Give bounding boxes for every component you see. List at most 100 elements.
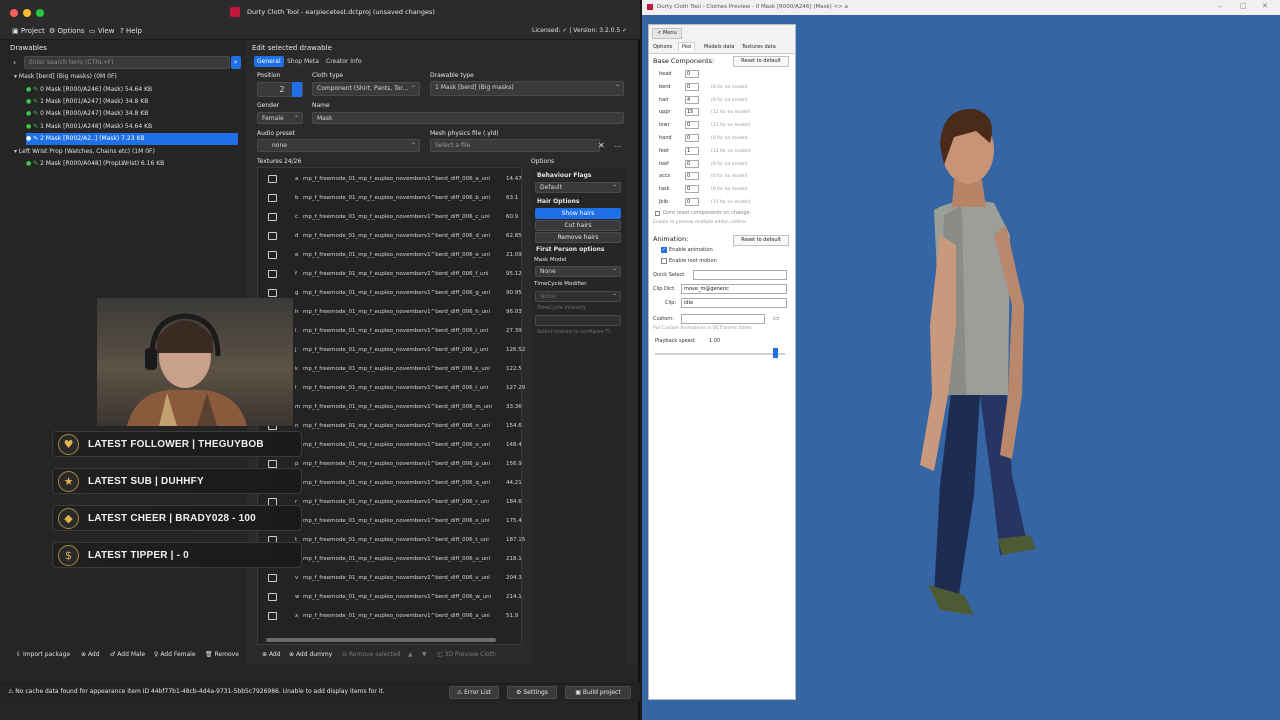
playback-slider-track[interactable] <box>655 353 785 355</box>
horizontal-scrollbar[interactable] <box>266 638 496 642</box>
show-hairs-button[interactable]: Show hairs <box>535 208 621 219</box>
component-value-stepper[interactable]: 0 <box>685 134 699 142</box>
component-value-stepper[interactable]: 0 <box>685 121 699 130</box>
maximize-preview-icon[interactable]: □ <box>1240 2 1247 10</box>
texture-row[interactable]: v mp_f_freemode_01_mp_f_eupleo_novemberv1… <box>262 569 522 588</box>
drawable-search-input[interactable]: Enter search term (CTRL+F) <box>24 56 230 69</box>
tab-shop-meta[interactable]: Shop Meta <box>284 56 322 67</box>
maximize-window-icon[interactable] <box>36 9 44 17</box>
remove-drawable-button[interactable]: 🗑 Remove <box>205 651 239 658</box>
component-value-stepper[interactable]: 0 <box>685 70 699 78</box>
drawable-tree-item[interactable]: ● ✎ 1 Mask [R001/A248] (Mask) 54.64 KB <box>26 121 238 133</box>
preview-3d-button[interactable]: ◫ 3D Preview Cloth <box>437 651 496 658</box>
ped-character-model[interactable] <box>882 95 1062 625</box>
texture-row[interactable]: a mp_f_freemode_01_mp_f_eupleo_novemberv1… <box>262 170 522 189</box>
remove-selected-button[interactable]: ⊖ Remove selected <box>342 651 401 658</box>
quick-select-dropdown[interactable] <box>693 270 787 280</box>
build-project-button[interactable]: ▣ Build project <box>565 686 631 699</box>
mask-model-select[interactable]: None <box>535 266 621 277</box>
texture-row[interactable]: x mp_f_freemode_01_mp_f_eupleo_novemberv1… <box>262 607 520 626</box>
remove-hairs-button[interactable]: Remove hairs <box>535 232 621 243</box>
reset-animation-button[interactable]: Reset to default <box>733 235 789 246</box>
move-up-icon[interactable]: ▲ <box>408 651 413 658</box>
preview-tab-models-data[interactable]: Models data <box>704 44 734 50</box>
texture-row[interactable]: j mp_f_freemode_01_mp_f_eupleo_novemberv1… <box>262 341 525 360</box>
reset-components-button[interactable]: Reset to default <box>733 56 789 67</box>
component-value-stepper[interactable]: 1 <box>685 146 699 155</box>
texture-row[interactable]: b mp_f_freemode_01_mp_f_eupleo_novemberv1… <box>262 189 520 208</box>
preview-tab-options[interactable]: Options <box>653 44 672 50</box>
tab-general[interactable]: General <box>254 56 284 67</box>
audio-preset-select[interactable]: none <box>257 139 420 152</box>
stepper-arrows-icon[interactable] <box>292 82 302 97</box>
drawable-tree-item[interactable]: ● ✎ 0 Mask [R000/A246] (Mask) 54.64 KB <box>26 84 238 96</box>
component-value-stepper[interactable]: 0 <box>685 198 699 206</box>
clip-select[interactable]: idle <box>681 298 787 308</box>
add-drawable-button[interactable]: ⊕ Add <box>81 651 100 658</box>
component-value-stepper[interactable]: 0 <box>685 82 699 91</box>
import-package-button[interactable]: ⇩ Import package <box>16 651 70 658</box>
preview-tab-textures-data[interactable]: Textures data <box>742 44 776 50</box>
texture-row[interactable]: c mp_f_freemode_01_mp_f_eupleo_novemberv1… <box>262 208 520 227</box>
drawable-type-select[interactable]: 1 Mask [berd] (Big masks) <box>430 81 624 96</box>
close-preview-icon[interactable]: ✕ <box>1262 2 1268 10</box>
custom-animation-select[interactable] <box>681 314 765 324</box>
clip-dict-select[interactable]: move_m@generic <box>681 284 787 294</box>
minimize-window-icon[interactable] <box>23 9 31 17</box>
drawable-tree-item[interactable]: ● ✎ 0 Mask [R000/A247] (Mask) 34.8 KB <box>26 108 238 120</box>
component-value-stepper[interactable]: 4 <box>685 95 699 104</box>
texture-row[interactable]: w mp_f_freemode_01_mp_f_eupleo_novemberv1… <box>262 588 522 607</box>
component-value-stepper[interactable]: 0 <box>685 185 699 194</box>
texture-row[interactable]: h mp_f_freemode_01_mp_f_eupleo_novemberv1… <box>262 303 522 322</box>
cloth-type-select[interactable]: Component (Shirt, Pants, Tor... <box>312 82 420 96</box>
component-value-stepper[interactable]: 0 <box>685 172 699 181</box>
search-icon[interactable]: ⌕ <box>231 56 241 69</box>
browse-file-icon[interactable]: … <box>614 141 621 149</box>
texture-row[interactable]: k mp_f_freemode_01_mp_f_eupleo_novemberv1… <box>262 360 522 379</box>
texture-row[interactable]: m mp_f_freemode_01_mp_f_eupleo_novemberv1… <box>262 398 522 417</box>
mesh-physics-input[interactable]: Select a file <box>430 139 600 152</box>
texture-row[interactable]: i mp_f_freemode_01_mp_f_eupleo_novemberv1… <box>262 322 522 341</box>
enable-root-motion-checkbox[interactable] <box>661 258 667 264</box>
preview-tab-ped[interactable]: Ped <box>678 42 696 51</box>
enable-animation-checkbox[interactable]: ✓ <box>661 247 667 253</box>
menu-view[interactable]: ▭ View <box>89 27 114 35</box>
texture-row[interactable]: g mp_f_freemode_01_mp_f_eupleo_novemberv1… <box>262 284 522 303</box>
add-texture-button[interactable]: ⊕ Add <box>262 651 281 658</box>
clear-file-icon[interactable]: ✕ <box>598 141 605 150</box>
playback-slider-thumb[interactable] <box>772 348 778 358</box>
move-down-icon[interactable]: ▼ <box>422 651 427 658</box>
menu-options[interactable]: ⚙ Options <box>49 27 85 35</box>
component-value-stepper[interactable]: 0 <box>685 159 699 168</box>
add-female-button[interactable]: ♀ Add Female <box>154 651 196 658</box>
component-value-stepper[interactable]: 15 <box>685 108 699 117</box>
cut-hairs-button[interactable]: Cut hairs <box>535 220 621 231</box>
texture-row[interactable]: d mp_f_freemode_01_mp_f_eupleo_novemberv1… <box>262 227 522 246</box>
drawable-tree-item[interactable]: ● ✎ 2 Mask [R000/A048] (PropLWrist) 6.16… <box>26 158 238 170</box>
add-dummy-button[interactable]: ⊕ Add dummy <box>289 651 332 658</box>
settings-button[interactable]: ⚙ Settings <box>507 686 557 699</box>
drawable-tree-item[interactable]: ▾ Left Wrist Prop (Watches, Chains etc) … <box>14 146 238 158</box>
texture-row[interactable]: e mp_f_freemode_01_mp_f_eupleo_novemberv1… <box>262 246 522 265</box>
drawable-tree-item[interactable]: ▾ Mask [berd] (Big masks) (0M 0F) <box>14 71 238 83</box>
folder-icon[interactable]: ▭ <box>773 314 780 322</box>
menu-project[interactable]: ▣ Project <box>12 27 45 35</box>
timecycle-select[interactable]: None <box>535 291 621 302</box>
menu-help[interactable]: ? Help <box>120 27 142 35</box>
add-male-button[interactable]: ♂ Add Male <box>110 651 145 658</box>
texture-row[interactable]: f mp_f_freemode_01_mp_f_eupleo_novemberv1… <box>262 265 522 284</box>
minimize-preview-icon[interactable]: – <box>1218 2 1222 11</box>
expand-all-icon[interactable]: › <box>13 58 16 67</box>
dont-reset-checkbox[interactable] <box>655 211 660 216</box>
drawable-tree-item[interactable]: ● ✎ 2 Mask [R002/A2..] (Mask) 7.23 KB <box>26 133 238 145</box>
timecycle-intensity-input[interactable] <box>535 315 621 326</box>
gender-select[interactable]: Female <box>257 112 303 124</box>
menu-button[interactable]: < Menu <box>652 28 682 39</box>
drawable-tree-item[interactable]: ● ✎ 1 Mask [R001/A247] (Mask) 34.8 KB <box>26 96 238 108</box>
behaviour-flags-select[interactable]: Default <box>535 182 621 193</box>
tab-creator-info[interactable]: Creator Info <box>323 56 365 67</box>
texture-row[interactable]: l mp_f_freemode_01_mp_f_eupleo_novemberv1… <box>262 379 525 398</box>
error-list-button[interactable]: ⚠ Error List <box>449 686 499 699</box>
name-input[interactable]: Mask <box>312 112 624 124</box>
close-window-icon[interactable] <box>10 9 18 17</box>
